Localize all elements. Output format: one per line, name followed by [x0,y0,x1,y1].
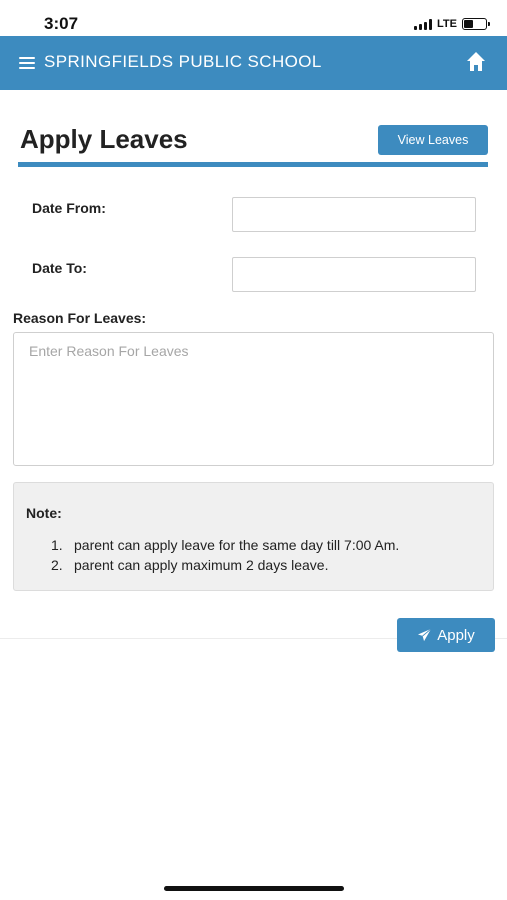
app-title: SPRINGFIELDS PUBLIC SCHOOL [44,52,322,71]
date-to-label: Date To: [32,260,87,276]
app-header: SPRINGFIELDS PUBLIC SCHOOL [0,36,507,90]
note-item-text: parent can apply maximum 2 days leave. [74,557,329,573]
page-title: Apply Leaves [20,124,188,154]
view-leaves-button[interactable]: View Leaves [378,125,488,155]
reason-textarea[interactable] [13,332,494,466]
status-bar: 3:07 LTE [0,0,507,36]
battery-level [464,20,474,28]
home-indicator[interactable] [164,886,344,891]
date-to-input[interactable] [232,257,476,292]
send-icon [418,628,432,642]
note-panel: Note: 1. parent can apply leave for the … [13,482,494,591]
title-divider [18,162,488,167]
apply-button[interactable]: Apply [397,618,495,652]
battery-icon [462,18,490,30]
home-icon[interactable] [465,50,487,74]
status-indicators: LTE [414,17,490,31]
note-item-number: 2. [51,557,63,573]
status-time: 3:07 [44,14,79,33]
date-from-label: Date From: [32,200,106,216]
note-item: 1. parent can apply leave for the same d… [51,535,399,555]
note-item-text: parent can apply leave for the same day … [74,537,400,553]
signal-icon [414,18,433,30]
network-type: LTE [437,18,457,30]
reason-label: Reason For Leaves: [13,310,147,326]
note-item: 2. parent can apply maximum 2 days leave… [51,555,399,575]
date-from-input[interactable] [232,197,476,232]
note-item-number: 1. [51,537,63,553]
note-heading: Note: [26,505,62,521]
apply-button-label: Apply [437,626,475,644]
note-list: 1. parent can apply leave for the same d… [51,535,399,575]
hamburger-menu-icon[interactable] [19,57,35,69]
